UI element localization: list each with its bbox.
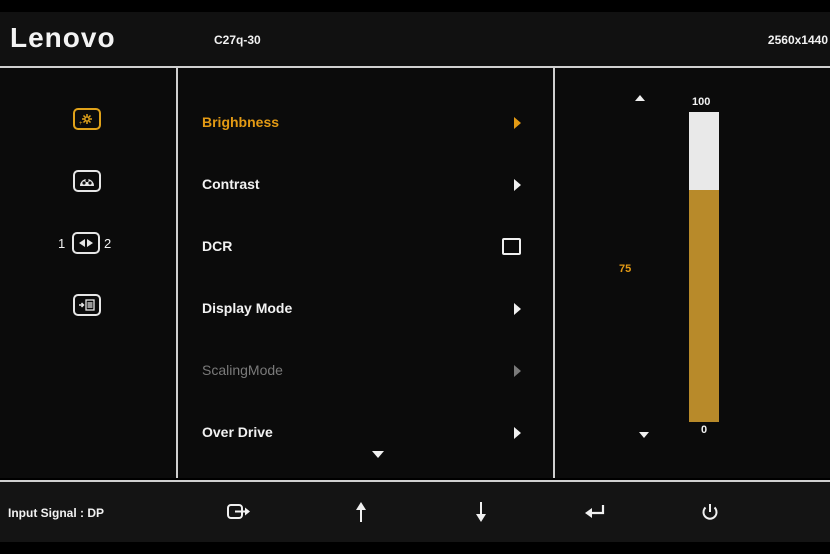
input-source-right-label: 2 (104, 236, 112, 251)
menu-item-display-mode[interactable]: Display Mode (202, 294, 532, 322)
svg-text:+: + (79, 121, 83, 126)
dcr-checkbox[interactable] (502, 238, 521, 255)
input-source-left-label: 1 (58, 236, 66, 251)
brightness-level-panel: 100 75 0 (555, 68, 830, 478)
chevron-right-icon (514, 179, 521, 191)
menu-item-label: Contrast (202, 176, 260, 192)
input-source-icon[interactable]: 1 2 (58, 232, 118, 256)
resolution-readout: 2560x1440 (767, 33, 828, 47)
color-icon[interactable] (73, 170, 101, 192)
menu-item-contrast[interactable]: Contrast (202, 170, 532, 198)
scale-max-label: 100 (692, 96, 711, 108)
input-switch-icon[interactable] (220, 496, 260, 528)
up-arrow-icon[interactable] (341, 496, 381, 528)
osd-header: Lenovo C27q-30 2560x1440 (0, 12, 830, 68)
power-icon[interactable] (690, 496, 730, 528)
input-source-box (72, 232, 100, 254)
decrease-arrow-icon[interactable] (639, 432, 649, 438)
brightness-bar[interactable] (689, 112, 719, 422)
brightness-contrast-icon[interactable]: + (73, 108, 101, 130)
input-signal-status: Input Signal : DP (8, 506, 104, 520)
chevron-right-icon (514, 427, 521, 439)
increase-arrow-icon[interactable] (635, 95, 645, 101)
menu-item-label: Over Drive (202, 424, 273, 440)
current-value-label: 75 (619, 263, 632, 275)
enter-icon[interactable] (575, 496, 615, 528)
settings-menu: Brighbness Contrast DCR Display Mode Sca… (178, 68, 555, 478)
menu-item-dcr[interactable]: DCR (202, 232, 532, 260)
chevron-right-icon (514, 303, 521, 315)
down-arrow-icon[interactable] (461, 496, 501, 528)
menu-item-label: DCR (202, 238, 233, 254)
menu-item-label: Brighbness (202, 114, 280, 130)
osd-footer: Input Signal : DP (0, 480, 830, 542)
menu-item-over-drive[interactable]: Over Drive (202, 418, 532, 446)
menu-settings-icon[interactable] (73, 294, 101, 316)
menu-item-brightness[interactable]: Brighbness (202, 108, 532, 136)
scale-min-label: 0 (701, 424, 708, 436)
scroll-down-icon[interactable] (372, 451, 384, 458)
model-name: C27q-30 (214, 33, 261, 47)
monitor-osd: Lenovo C27q-30 2560x1440 + 1 2 Brighbnes… (0, 0, 830, 554)
menu-item-label: ScalingMode (202, 362, 283, 378)
category-sidebar: + 1 2 (0, 68, 178, 478)
menu-item-scaling-mode: ScalingMode (202, 356, 532, 384)
menu-item-label: Display Mode (202, 300, 293, 316)
brightness-bar-fill (689, 189, 719, 422)
chevron-right-icon (514, 365, 521, 377)
chevron-right-icon (514, 117, 521, 129)
brand-logo: Lenovo (10, 22, 116, 53)
